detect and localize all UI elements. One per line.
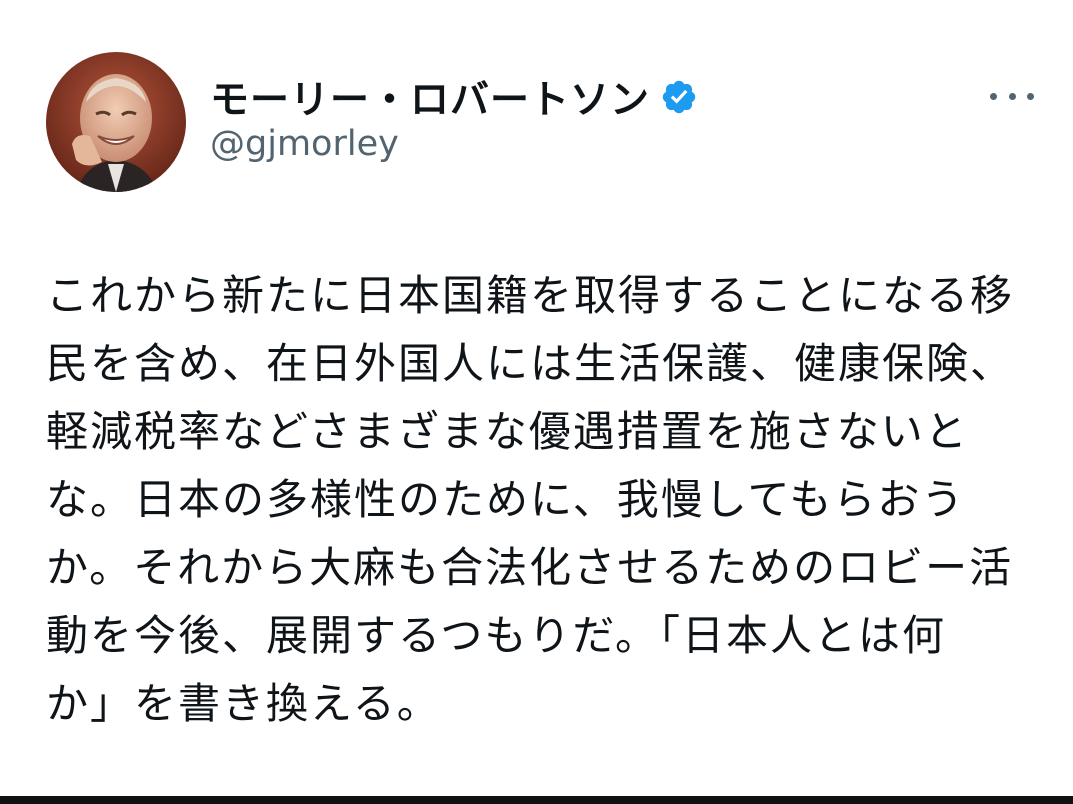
more-dot	[1008, 92, 1016, 100]
more-dot	[990, 92, 997, 100]
verified-badge-icon	[662, 80, 696, 114]
author-handle[interactable]: @gjmorley	[210, 124, 399, 164]
tweet-text-line: か」を書き換える。	[46, 679, 441, 728]
more-dot	[1027, 92, 1034, 100]
tweet-card: モーリー・ロバートソン @gjmorley これから新たに日本国籍を取得すること…	[0, 0, 1073, 796]
tweet-text-line: 動を今後、展開するつもりだ。「日本人とは何	[46, 611, 947, 660]
tweet-text-line: 軽減税率などさまざまな優遇措置を施さないと	[46, 407, 969, 456]
tweet-text: これから新たに日本国籍を取得することになる移 民を含め、在日外国人には生活保護、…	[46, 262, 1036, 738]
author-name-row: モーリー・ロバートソン	[210, 69, 698, 125]
avatar[interactable]	[46, 52, 186, 192]
author-display-name[interactable]: モーリー・ロバートソン	[210, 69, 650, 125]
avatar-photo	[46, 52, 186, 192]
tweet-text-line: これから新たに日本国籍を取得することになる移	[46, 271, 1015, 320]
tweet-text-line: か。それから大麻も合法化させるためのロビー活	[46, 543, 1014, 592]
tweet-text-line: 民を含め、在日外国人には生活保護、健康保険、	[46, 339, 1015, 388]
tweet-text-line: な。日本の多様性のために、我慢してもらおう	[46, 475, 966, 524]
bottom-divider	[0, 796, 1073, 804]
more-options-icon[interactable]	[990, 86, 1034, 106]
